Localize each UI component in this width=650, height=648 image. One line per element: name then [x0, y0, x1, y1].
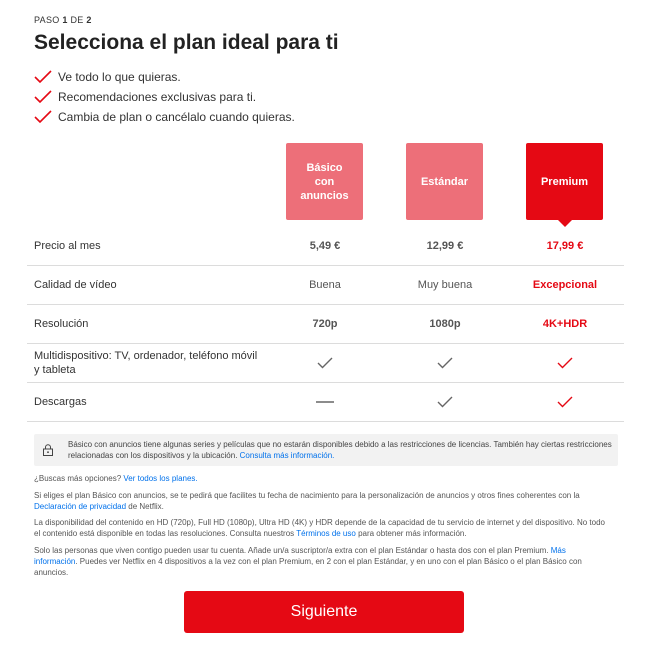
benefits-list: Ve todo lo que quieras. Recomendaciones …: [34, 67, 295, 127]
quality-premium: Excepcional: [532, 279, 598, 291]
downloads-standard: [385, 383, 505, 421]
check-icon: [437, 396, 453, 408]
benefit-text: Recomendaciones exclusivas para ti.: [58, 90, 257, 104]
downloads-basic-ads: [265, 383, 385, 421]
plan-basic-ads[interactable]: Básico con anuncios: [286, 143, 363, 220]
benefit-text: Cambia de plan o cancélalo cuando quiera…: [58, 110, 295, 124]
benefit-item: Cambia de plan o cancélalo cuando quiera…: [34, 107, 295, 127]
row-video-quality: Calidad de vídeo Buena Muy buena Excepci…: [27, 266, 624, 305]
page-title: Selecciona el plan ideal para ti: [34, 31, 339, 54]
benefit-item: Ve todo lo que quieras.: [34, 67, 295, 87]
plan-premium[interactable]: Premium: [526, 143, 603, 227]
household-note: Solo las personas que viven contigo pued…: [34, 546, 582, 577]
basic-ads-note: Si eliges el plan Básico con anuncios, s…: [34, 491, 580, 511]
price-premium: 17,99 €: [546, 240, 584, 252]
row-label: Resolución: [34, 318, 89, 330]
step-indicator: PASO 1 DE 2: [34, 15, 92, 25]
row-label: Descargas: [34, 396, 87, 408]
row-multidevice: Multidispositivo: TV, ordenador, teléfon…: [27, 344, 624, 383]
more-options-text: ¿Buscas más opciones? Ver todos los plan…: [34, 474, 198, 483]
plan-standard[interactable]: Estándar: [406, 143, 483, 220]
row-label: Calidad de vídeo: [34, 279, 117, 291]
resolution-premium: 4K+HDR: [542, 318, 588, 330]
price-standard: 12,99 €: [426, 240, 464, 252]
check-icon: [34, 90, 52, 104]
check-icon: [317, 357, 333, 369]
row-label: Precio al mes: [34, 240, 101, 252]
row-downloads: Descargas: [27, 383, 624, 422]
row-price: Precio al mes 5,49 € 12,99 € 17,99 €: [27, 227, 624, 266]
terms-of-use-link[interactable]: Términos de uso: [296, 529, 356, 538]
quality-standard: Muy buena: [417, 279, 473, 291]
quality-basic-ads: Buena: [309, 279, 341, 291]
price-basic-ads: 5,49 €: [309, 240, 341, 252]
licensing-notice: Básico con anuncios tiene algunas series…: [34, 434, 618, 466]
row-resolution: Resolución 720p 1080p 4K+HDR: [27, 305, 624, 344]
resolution-standard: 1080p: [429, 318, 461, 330]
dash-icon: [316, 401, 334, 403]
devices-premium: [505, 344, 625, 382]
privacy-statement-link[interactable]: Declaración de privacidad: [34, 502, 126, 511]
row-label: Multidispositivo: TV, ordenador, teléfon…: [34, 350, 258, 376]
benefit-item: Recomendaciones exclusivas para ti.: [34, 87, 295, 107]
availability-note: La disponibilidad del contenido en HD (7…: [34, 518, 605, 538]
check-icon: [557, 396, 573, 408]
check-icon: [34, 70, 52, 84]
check-icon: [437, 357, 453, 369]
devices-basic-ads: [265, 344, 385, 382]
see-all-plans-link[interactable]: Ver todos los planes.: [123, 474, 197, 483]
next-button[interactable]: Siguiente: [184, 591, 464, 633]
resolution-basic-ads: 720p: [312, 318, 338, 330]
check-icon: [34, 110, 52, 124]
more-info-link[interactable]: Consulta más información.: [240, 451, 335, 460]
downloads-premium: [505, 383, 625, 421]
benefit-text: Ve todo lo que quieras.: [58, 70, 181, 84]
lock-icon: [43, 444, 53, 456]
devices-standard: [385, 344, 505, 382]
check-icon: [557, 357, 573, 369]
